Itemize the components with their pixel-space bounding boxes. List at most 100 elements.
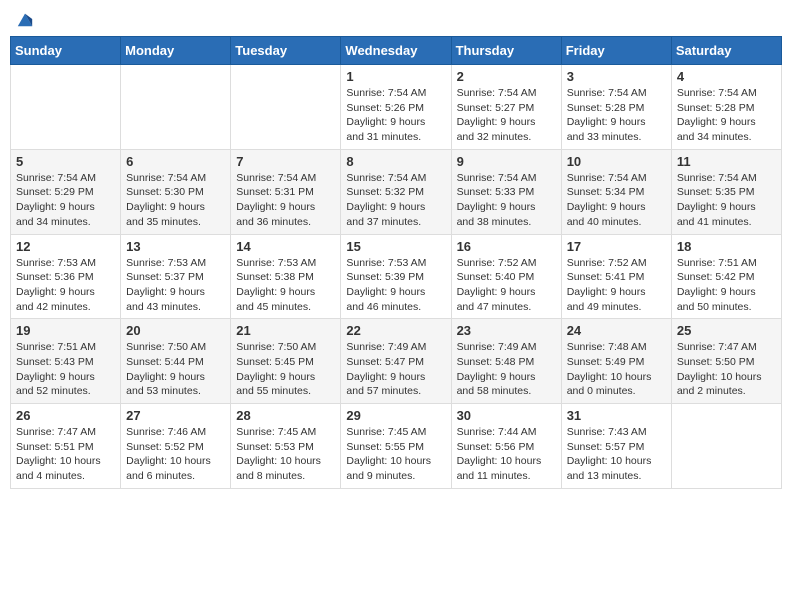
day-info: Sunrise: 7:53 AM Sunset: 5:38 PM Dayligh…	[236, 256, 335, 315]
calendar-day-header: Saturday	[671, 37, 781, 65]
day-info: Sunrise: 7:54 AM Sunset: 5:33 PM Dayligh…	[457, 171, 556, 230]
calendar-day-header: Monday	[121, 37, 231, 65]
calendar-cell: 21 Sunrise: 7:50 AM Sunset: 5:45 PM Dayli…	[231, 319, 341, 404]
calendar-cell	[121, 65, 231, 150]
calendar-cell: 15 Sunrise: 7:53 AM Sunset: 5:39 PM Dayli…	[341, 234, 451, 319]
day-number: 26	[16, 408, 115, 423]
calendar-cell: 18 Sunrise: 7:51 AM Sunset: 5:42 PM Dayli…	[671, 234, 781, 319]
calendar-cell: 6 Sunrise: 7:54 AM Sunset: 5:30 PM Daylig…	[121, 149, 231, 234]
day-info: Sunrise: 7:44 AM Sunset: 5:56 PM Dayligh…	[457, 425, 556, 484]
calendar-cell: 30Sunrise: 7:44 AM Sunset: 5:56 PM Dayli…	[451, 404, 561, 489]
calendar-week-row: 19Sunrise: 7:51 AM Sunset: 5:43 PM Dayli…	[11, 319, 782, 404]
day-number: 9	[457, 154, 556, 169]
day-info: Sunrise: 7:54 AM Sunset: 5:28 PM Dayligh…	[567, 86, 666, 145]
day-info: Sunrise: 7:47 AM Sunset: 5:50 PM Dayligh…	[677, 340, 776, 399]
day-info: Sunrise: 7:53 AM Sunset: 5:37 PM Dayligh…	[126, 256, 225, 315]
calendar-cell: 20Sunrise: 7:50 AM Sunset: 5:44 PM Dayli…	[121, 319, 231, 404]
calendar-day-header: Tuesday	[231, 37, 341, 65]
day-info: Sunrise: 7:47 AM Sunset: 5:51 PM Dayligh…	[16, 425, 115, 484]
day-number: 25	[677, 323, 776, 338]
day-number: 23	[457, 323, 556, 338]
calendar-cell	[671, 404, 781, 489]
calendar-cell: 9 Sunrise: 7:54 AM Sunset: 5:33 PM Daylig…	[451, 149, 561, 234]
calendar-cell: 4Sunrise: 7:54 AM Sunset: 5:28 PM Daylig…	[671, 65, 781, 150]
day-number: 31	[567, 408, 666, 423]
calendar-day-header: Thursday	[451, 37, 561, 65]
day-info: Sunrise: 7:54 AM Sunset: 5:30 PM Dayligh…	[126, 171, 225, 230]
day-number: 2	[457, 69, 556, 84]
calendar-week-row: 12 Sunrise: 7:53 AM Sunset: 5:36 PM Dayli…	[11, 234, 782, 319]
logo-icon	[16, 10, 34, 28]
day-info: Sunrise: 7:48 AM Sunset: 5:49 PM Dayligh…	[567, 340, 666, 399]
day-number: 24	[567, 323, 666, 338]
day-number: 12	[16, 239, 115, 254]
day-info: Sunrise: 7:45 AM Sunset: 5:53 PM Dayligh…	[236, 425, 335, 484]
calendar-cell: 5 Sunrise: 7:54 AM Sunset: 5:29 PM Daylig…	[11, 149, 121, 234]
calendar-body: 1 Sunrise: 7:54 AM Sunset: 5:26 PM Daylig…	[11, 65, 782, 489]
day-number: 17	[567, 239, 666, 254]
calendar-day-header: Friday	[561, 37, 671, 65]
day-number: 22	[346, 323, 445, 338]
day-info: Sunrise: 7:50 AM Sunset: 5:45 PM Dayligh…	[236, 340, 335, 399]
day-number: 8	[346, 154, 445, 169]
page-header	[10, 10, 782, 28]
calendar-cell: 19Sunrise: 7:51 AM Sunset: 5:43 PM Dayli…	[11, 319, 121, 404]
calendar-cell: 25 Sunrise: 7:47 AM Sunset: 5:50 PM Dayli…	[671, 319, 781, 404]
day-info: Sunrise: 7:52 AM Sunset: 5:40 PM Dayligh…	[457, 256, 556, 315]
day-number: 21	[236, 323, 335, 338]
calendar-table: SundayMondayTuesdayWednesdayThursdayFrid…	[10, 36, 782, 489]
day-info: Sunrise: 7:54 AM Sunset: 5:35 PM Dayligh…	[677, 171, 776, 230]
day-info: Sunrise: 7:49 AM Sunset: 5:48 PM Dayligh…	[457, 340, 556, 399]
calendar-cell: 22 Sunrise: 7:49 AM Sunset: 5:47 PM Dayli…	[341, 319, 451, 404]
calendar-day-header: Sunday	[11, 37, 121, 65]
calendar-cell: 23 Sunrise: 7:49 AM Sunset: 5:48 PM Dayli…	[451, 319, 561, 404]
calendar-week-row: 26 Sunrise: 7:47 AM Sunset: 5:51 PM Dayli…	[11, 404, 782, 489]
day-info: Sunrise: 7:50 AM Sunset: 5:44 PM Dayligh…	[126, 340, 225, 399]
day-number: 1	[346, 69, 445, 84]
day-number: 14	[236, 239, 335, 254]
calendar-cell: 11Sunrise: 7:54 AM Sunset: 5:35 PM Dayli…	[671, 149, 781, 234]
day-number: 29	[346, 408, 445, 423]
calendar-cell: 12 Sunrise: 7:53 AM Sunset: 5:36 PM Dayli…	[11, 234, 121, 319]
day-number: 13	[126, 239, 225, 254]
day-number: 10	[567, 154, 666, 169]
day-number: 28	[236, 408, 335, 423]
day-info: Sunrise: 7:49 AM Sunset: 5:47 PM Dayligh…	[346, 340, 445, 399]
calendar-cell: 28 Sunrise: 7:45 AM Sunset: 5:53 PM Dayli…	[231, 404, 341, 489]
day-info: Sunrise: 7:43 AM Sunset: 5:57 PM Dayligh…	[567, 425, 666, 484]
calendar-cell: 29Sunrise: 7:45 AM Sunset: 5:55 PM Dayli…	[341, 404, 451, 489]
day-info: Sunrise: 7:52 AM Sunset: 5:41 PM Dayligh…	[567, 256, 666, 315]
calendar-cell: 17 Sunrise: 7:52 AM Sunset: 5:41 PM Dayli…	[561, 234, 671, 319]
day-number: 18	[677, 239, 776, 254]
calendar-cell: 10 Sunrise: 7:54 AM Sunset: 5:34 PM Dayli…	[561, 149, 671, 234]
day-info: Sunrise: 7:54 AM Sunset: 5:26 PM Dayligh…	[346, 86, 445, 145]
day-number: 6	[126, 154, 225, 169]
day-number: 4	[677, 69, 776, 84]
day-number: 15	[346, 239, 445, 254]
day-info: Sunrise: 7:51 AM Sunset: 5:43 PM Dayligh…	[16, 340, 115, 399]
calendar-cell: 3Sunrise: 7:54 AM Sunset: 5:28 PM Daylig…	[561, 65, 671, 150]
day-info: Sunrise: 7:54 AM Sunset: 5:34 PM Dayligh…	[567, 171, 666, 230]
calendar-cell: 2Sunrise: 7:54 AM Sunset: 5:27 PM Daylig…	[451, 65, 561, 150]
day-info: Sunrise: 7:54 AM Sunset: 5:31 PM Dayligh…	[236, 171, 335, 230]
day-info: Sunrise: 7:54 AM Sunset: 5:29 PM Dayligh…	[16, 171, 115, 230]
calendar-cell: 31 Sunrise: 7:43 AM Sunset: 5:57 PM Dayli…	[561, 404, 671, 489]
calendar-cell: 26 Sunrise: 7:47 AM Sunset: 5:51 PM Dayli…	[11, 404, 121, 489]
day-number: 27	[126, 408, 225, 423]
calendar-cell: 27Sunrise: 7:46 AM Sunset: 5:52 PM Dayli…	[121, 404, 231, 489]
calendar-cell: 7Sunrise: 7:54 AM Sunset: 5:31 PM Daylig…	[231, 149, 341, 234]
day-number: 5	[16, 154, 115, 169]
calendar-week-row: 1 Sunrise: 7:54 AM Sunset: 5:26 PM Daylig…	[11, 65, 782, 150]
day-info: Sunrise: 7:54 AM Sunset: 5:32 PM Dayligh…	[346, 171, 445, 230]
logo	[14, 10, 34, 28]
calendar-header-row: SundayMondayTuesdayWednesdayThursdayFrid…	[11, 37, 782, 65]
calendar-cell	[231, 65, 341, 150]
calendar-week-row: 5 Sunrise: 7:54 AM Sunset: 5:29 PM Daylig…	[11, 149, 782, 234]
calendar-cell: 16Sunrise: 7:52 AM Sunset: 5:40 PM Dayli…	[451, 234, 561, 319]
calendar-cell: 14 Sunrise: 7:53 AM Sunset: 5:38 PM Dayli…	[231, 234, 341, 319]
calendar-cell	[11, 65, 121, 150]
calendar-cell: 24 Sunrise: 7:48 AM Sunset: 5:49 PM Dayli…	[561, 319, 671, 404]
day-info: Sunrise: 7:53 AM Sunset: 5:36 PM Dayligh…	[16, 256, 115, 315]
day-info: Sunrise: 7:51 AM Sunset: 5:42 PM Dayligh…	[677, 256, 776, 315]
day-info: Sunrise: 7:53 AM Sunset: 5:39 PM Dayligh…	[346, 256, 445, 315]
